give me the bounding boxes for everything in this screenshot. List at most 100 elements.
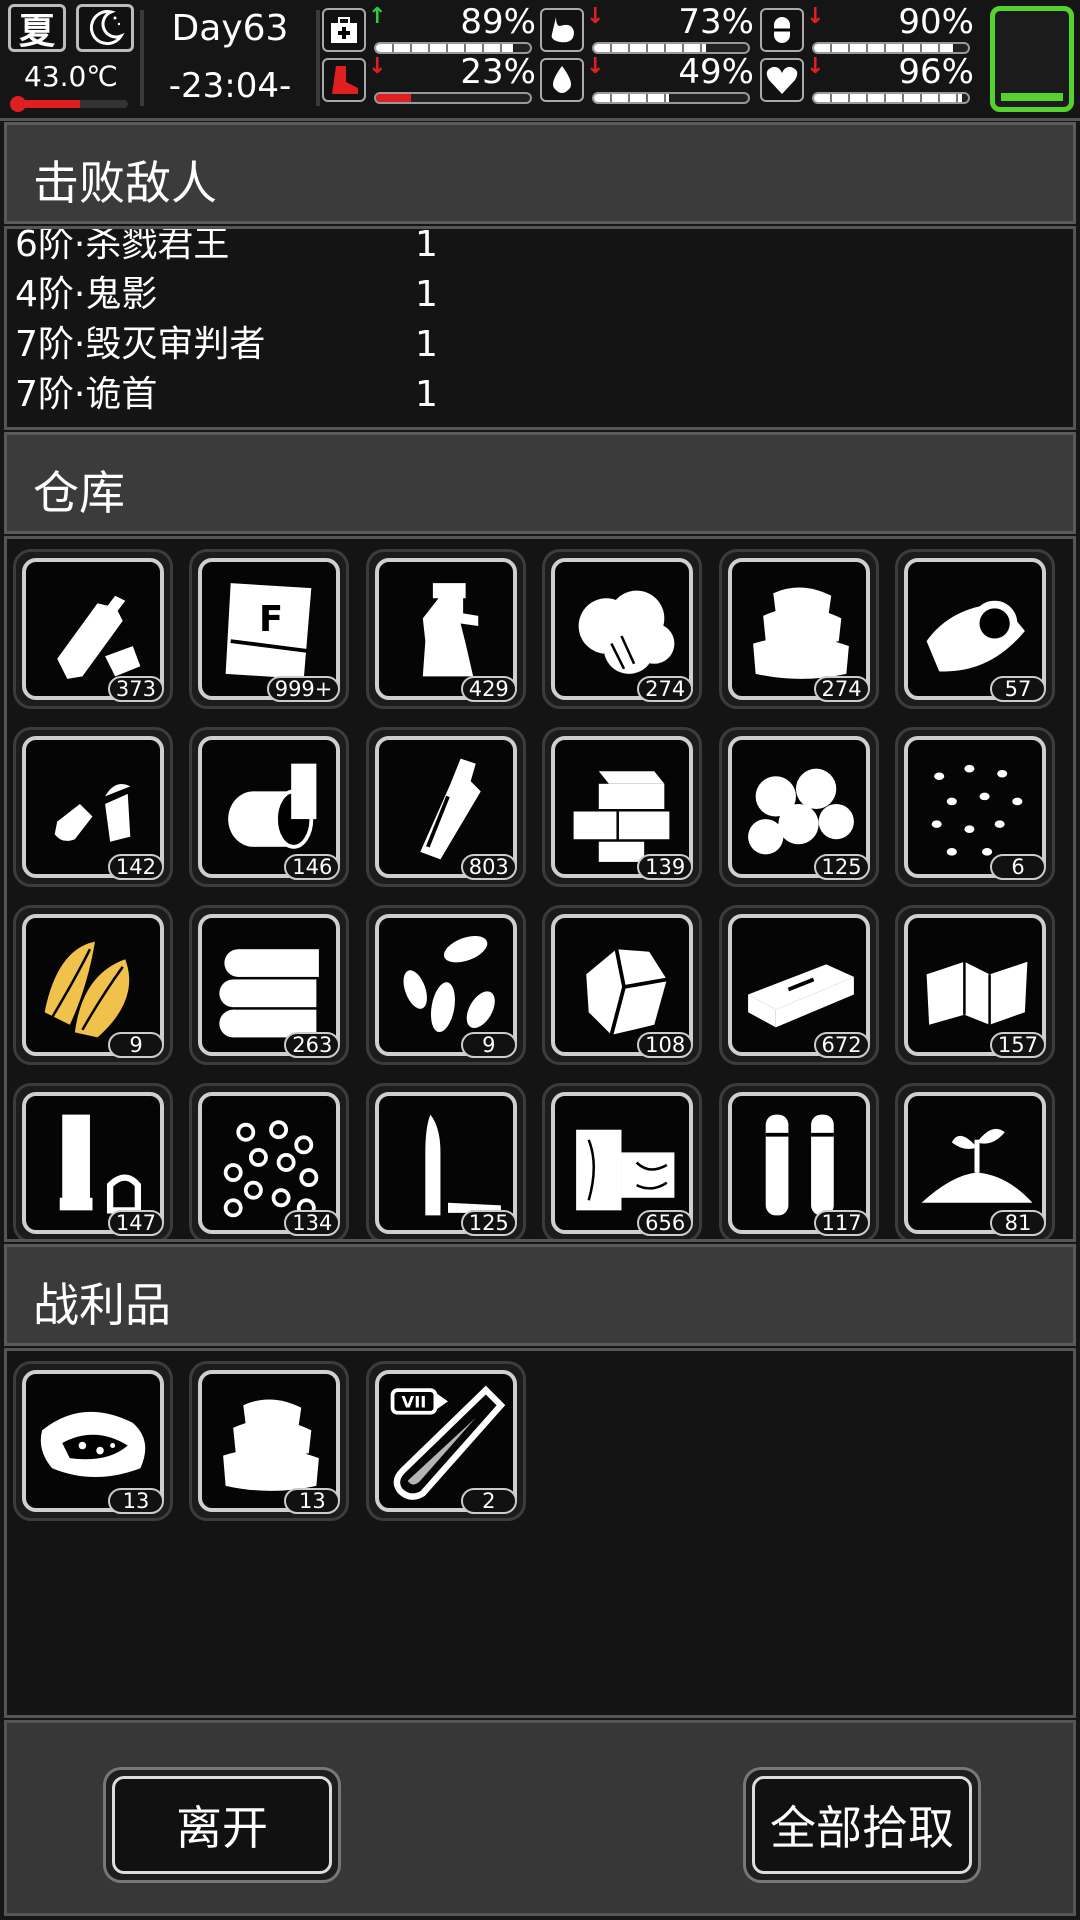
item-slot[interactable]: 274	[542, 549, 703, 709]
item-slot[interactable]: 81	[895, 1083, 1055, 1239]
item-quantity: 999+	[266, 676, 341, 702]
item-quantity: 263	[284, 1032, 341, 1058]
item-quantity: 142	[107, 854, 164, 880]
item-quantity: 134	[284, 1210, 341, 1236]
item-slot[interactable]: 125	[365, 1083, 526, 1239]
boot-icon	[322, 58, 366, 102]
enemy-count: 1	[415, 226, 438, 265]
trend-down-icon: ↓	[368, 54, 387, 79]
item-slot[interactable]: 108	[542, 905, 703, 1065]
item-slot[interactable]: 274	[718, 549, 879, 709]
item-slot[interactable]: 125	[718, 727, 879, 887]
item-slot[interactable]: 57	[895, 549, 1055, 709]
enemy-row: 4阶·鬼影 1	[15, 271, 438, 319]
loot-header: 战利品	[4, 1244, 1076, 1346]
season-badge: 夏	[8, 4, 66, 52]
item-slot[interactable]: 6	[895, 727, 1055, 887]
defeated-enemies-list[interactable]: 6阶·杀戮君王 1 4阶·鬼影 1 7阶·毁灭审判者 1 7阶·诡首 1	[4, 226, 1076, 430]
item-quantity: 125	[813, 854, 870, 880]
enemy-name: 7阶·诡首	[15, 374, 158, 415]
loot-grid[interactable]: 13 13 VII 2	[4, 1348, 1076, 1718]
trend-down-icon: ↓	[586, 54, 605, 79]
enemy-name: 4阶·鬼影	[15, 274, 158, 315]
divider	[316, 10, 320, 106]
stat-value: 49%	[678, 52, 754, 92]
stat-value: 73%	[678, 2, 754, 42]
enemy-count: 1	[415, 274, 438, 315]
stat-pill: ↓ 90%	[760, 2, 980, 58]
item-quantity: 656	[637, 1210, 694, 1236]
water-drop-icon	[540, 58, 584, 102]
item-quantity: 146	[284, 854, 341, 880]
item-slot[interactable]: 373	[13, 549, 173, 709]
item-quantity: 81	[990, 1210, 1046, 1236]
warehouse-grid[interactable]: 373 F 999+ 429 274 274 57 142 146 803 139 125 6 9 263 9…	[4, 536, 1076, 1242]
stat-medkit: ↑ 89%	[322, 2, 542, 58]
item-slot[interactable]: 134	[189, 1083, 350, 1239]
item-slot[interactable]: 147	[13, 1083, 173, 1239]
item-quantity: 13	[284, 1488, 341, 1514]
item-slot[interactable]: 672	[718, 905, 879, 1065]
take-all-button[interactable]: 全部拾取	[743, 1767, 981, 1883]
item-quantity: 157	[989, 1032, 1046, 1058]
stat-bar	[374, 92, 532, 104]
enemy-name: 6阶·杀戮君王	[15, 226, 230, 265]
enemy-row: 7阶·毁灭审判者 1	[15, 321, 438, 369]
item-quantity: 9	[460, 1032, 517, 1058]
warehouse-title: 仓库	[33, 466, 125, 520]
item-slot[interactable]: 13	[13, 1361, 173, 1521]
stat-stomach: ↓ 73%	[540, 2, 760, 58]
item-slot[interactable]: 263	[189, 905, 350, 1065]
stat-bar	[812, 92, 970, 104]
item-slot[interactable]: F 999+	[189, 549, 350, 709]
item-quantity: 9	[108, 1032, 164, 1058]
enemy-row: 7阶·诡首 1	[15, 371, 438, 419]
leave-button[interactable]: 离开	[103, 1767, 341, 1883]
bag-label: F	[259, 599, 283, 640]
item-slot[interactable]: 13	[189, 1361, 350, 1521]
stat-value: 96%	[898, 52, 974, 92]
item-slot[interactable]: 9	[365, 905, 526, 1065]
item-slot[interactable]: 117	[718, 1083, 879, 1239]
stat-bar	[592, 92, 750, 104]
moon-icon	[76, 4, 134, 52]
temperature-text: 43.0℃	[24, 60, 118, 93]
defeated-enemies-title: 击败敌人	[33, 156, 217, 210]
stat-boot: ↓ 23%	[322, 52, 542, 108]
item-slot[interactable]: 142	[13, 727, 173, 887]
season-label: 夏	[18, 11, 55, 52]
trend-down-icon: ↓	[806, 4, 825, 29]
heart-icon	[760, 58, 804, 102]
item-slot[interactable]: 9	[13, 905, 173, 1065]
item-quantity: 6	[990, 854, 1046, 880]
defeated-enemies-header: 击败敌人	[4, 122, 1076, 224]
item-quantity: 373	[107, 676, 164, 702]
temperature-fill	[22, 100, 81, 108]
item-slot[interactable]: 803	[365, 727, 526, 887]
item-quantity: 13	[108, 1488, 164, 1514]
warehouse-header: 仓库	[4, 432, 1076, 534]
item-slot[interactable]: VII 2	[365, 1361, 526, 1521]
stat-water-drop: ↓ 49%	[540, 52, 760, 108]
item-slot[interactable]: 146	[189, 727, 350, 887]
item-quantity: 274	[637, 676, 694, 702]
enemy-name: 7阶·毁灭审判者	[15, 324, 266, 365]
item-quantity: 147	[107, 1210, 164, 1236]
item-slot[interactable]: 139	[542, 727, 703, 887]
item-slot[interactable]: 656	[542, 1083, 703, 1239]
item-quantity: 57	[990, 676, 1046, 702]
stat-value: 90%	[898, 2, 974, 42]
stomach-icon	[540, 8, 584, 52]
trend-down-icon: ↓	[806, 54, 825, 79]
temperature-gauge	[10, 96, 134, 112]
trend-up-icon: ↑	[368, 4, 387, 29]
item-slot[interactable]: 429	[365, 549, 526, 709]
enemy-row: 6阶·杀戮君王 1	[15, 226, 438, 269]
item-slot[interactable]: 157	[895, 905, 1055, 1065]
item-quantity: 117	[813, 1210, 870, 1236]
item-quantity: 2	[460, 1488, 517, 1514]
battery-indicator	[990, 6, 1074, 112]
divider	[140, 10, 144, 106]
item-quantity: 125	[460, 1210, 517, 1236]
tier-badge: VII	[401, 1393, 426, 1412]
